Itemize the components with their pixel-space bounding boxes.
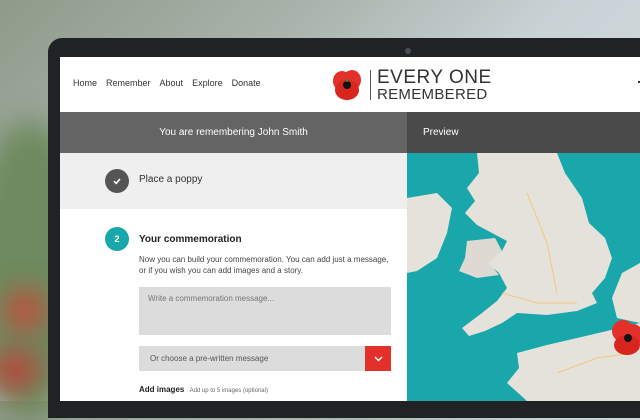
nav-donate[interactable]: Donate (232, 78, 261, 88)
step-place-poppy[interactable]: Place a poppy (60, 153, 407, 209)
add-images-note: Add up to 5 images (optional) (189, 388, 268, 394)
add-images-row[interactable]: Add images Add up to 5 images (optional) (139, 385, 268, 394)
site-logo[interactable]: EVERY ONE REMEMBERED (332, 67, 492, 103)
main-nav: Home Remember About Explore Donate (73, 78, 261, 88)
preview-title: Preview (423, 127, 459, 138)
top-navigation-bar: Home Remember About Explore Donate EVERY… (60, 57, 640, 112)
step-2-description: Now you can build your commemoration. Yo… (139, 255, 389, 275)
map-ireland (407, 193, 452, 273)
prewritten-message-select[interactable]: Or choose a pre-written message (139, 346, 391, 371)
map-low-countries (612, 263, 640, 323)
remembering-header: You are remembering John Smith (60, 112, 407, 153)
step-2-title: Your commemoration (139, 234, 242, 245)
nav-home[interactable]: Home (73, 78, 97, 88)
map-svg (407, 153, 640, 401)
nav-explore[interactable]: Explore (192, 78, 223, 88)
step-1-label: Place a poppy (139, 174, 203, 185)
logo-text: EVERY ONE REMEMBERED (377, 68, 492, 102)
select-dropdown-button[interactable] (365, 346, 391, 371)
select-label: Or choose a pre-written message (150, 354, 269, 363)
poppy-logo-icon (333, 70, 361, 100)
commemoration-message-input[interactable] (139, 287, 391, 335)
logo-divider (370, 70, 371, 100)
background-poppy-blur (5, 290, 45, 330)
check-icon (113, 178, 121, 185)
nav-remember[interactable]: Remember (106, 78, 151, 88)
step-commemoration: 2 Your commemoration Now you can build y… (60, 209, 407, 401)
camera-icon (405, 48, 411, 54)
chevron-down-icon (373, 355, 383, 362)
remembering-text: You are remembering John Smith (159, 127, 308, 138)
preview-map[interactable] (407, 153, 640, 401)
add-images-label: Add images (139, 385, 185, 394)
poppy-marker-icon[interactable] (612, 320, 640, 355)
screen: Home Remember About Explore Donate EVERY… (60, 57, 640, 401)
step-number-badge: 2 (105, 227, 129, 251)
nav-about[interactable]: About (160, 78, 184, 88)
preview-header: Preview (407, 112, 640, 153)
step-complete-badge (105, 169, 129, 193)
logo-line-2: REMEMBERED (377, 86, 488, 103)
logo-line-1: EVERY ONE (377, 67, 492, 88)
